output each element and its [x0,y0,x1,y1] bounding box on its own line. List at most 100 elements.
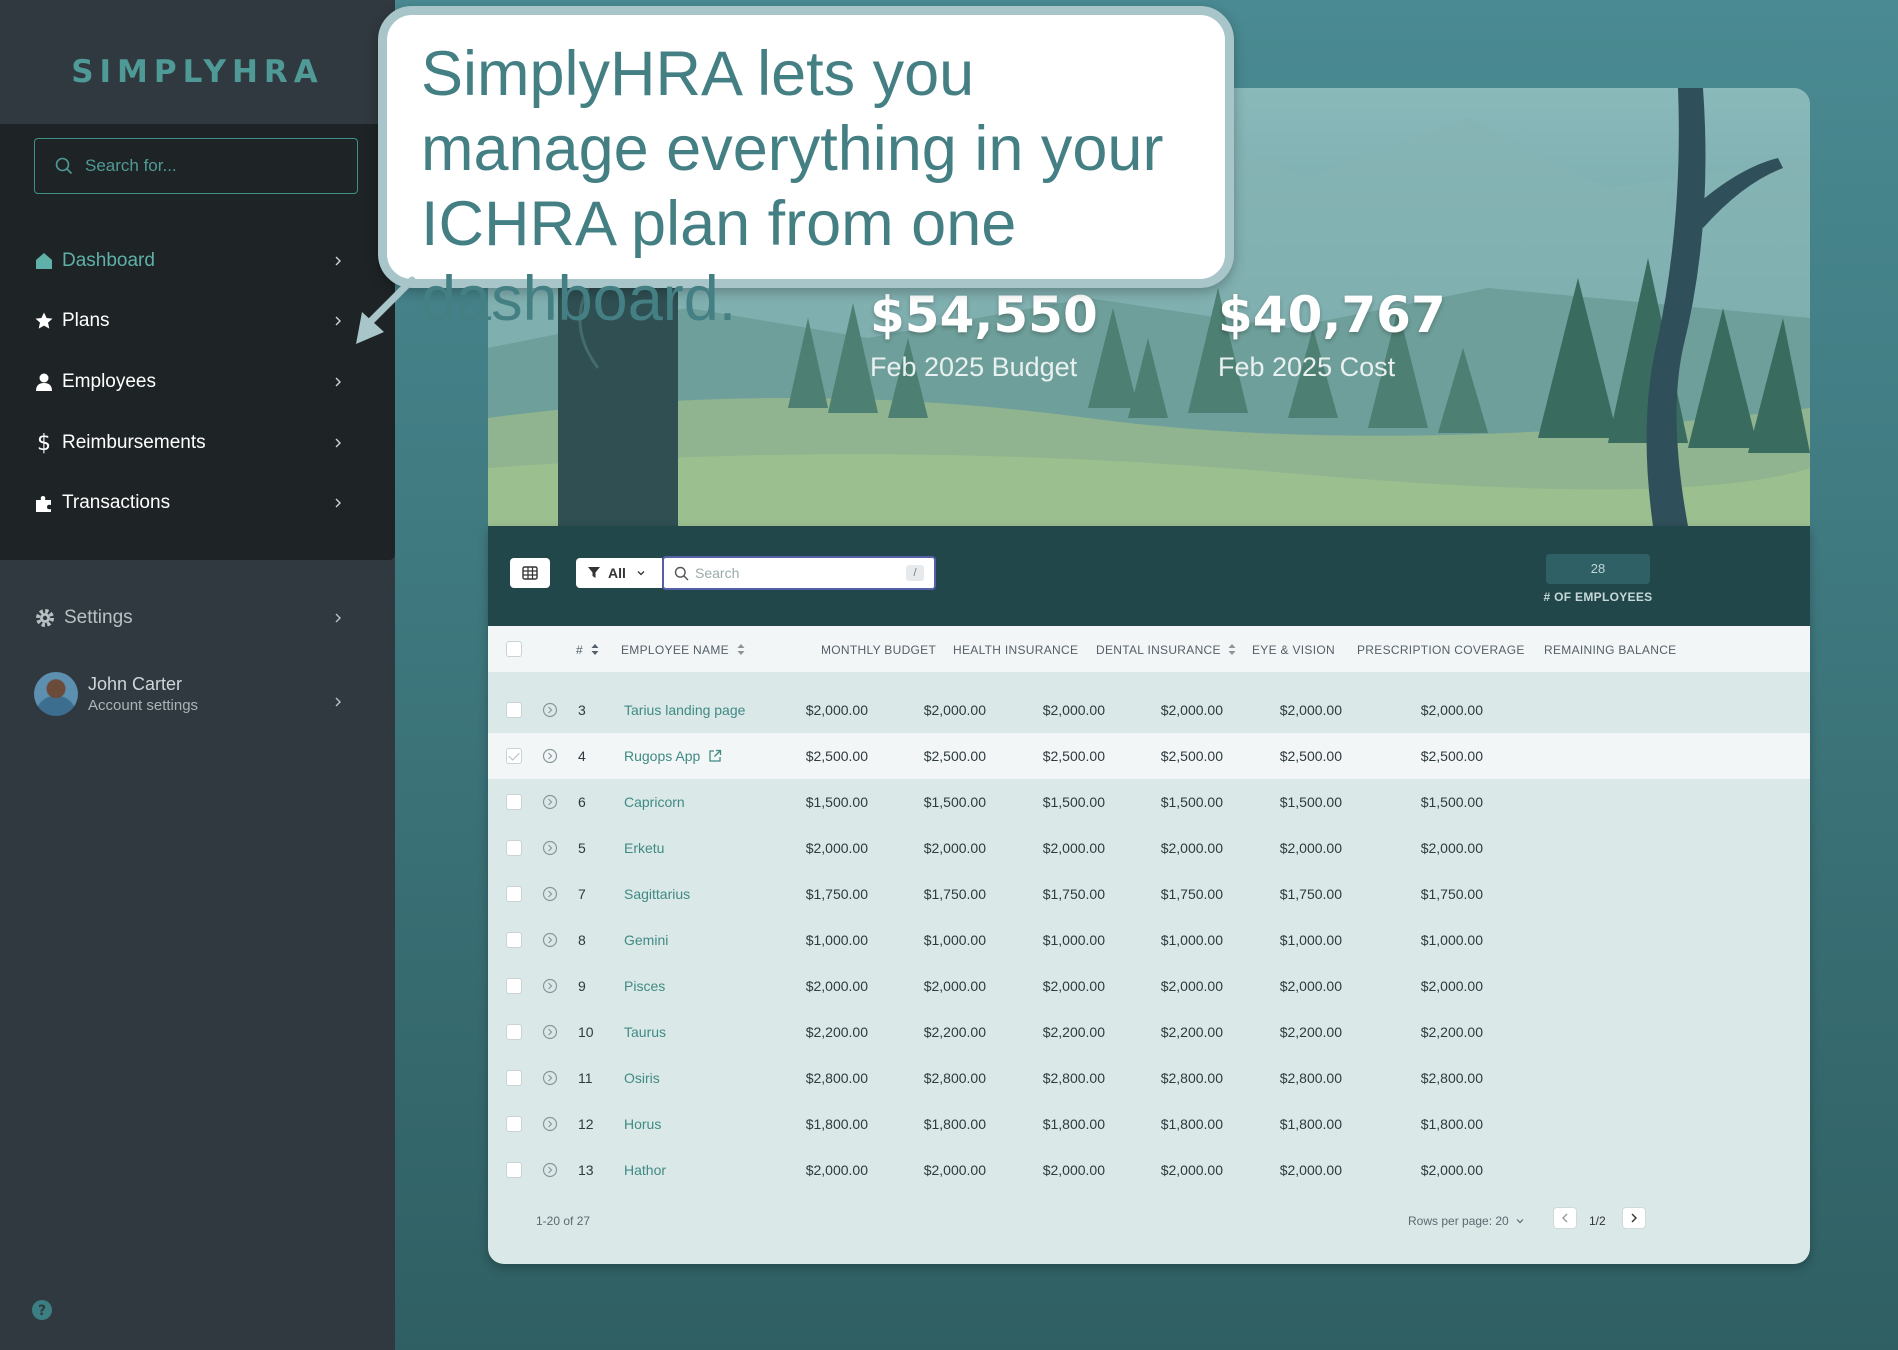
amount-cell: $2,000.00 [1160,840,1223,856]
account-settings[interactable]: John Carter Account settings [34,670,344,718]
col-dental-insurance[interactable]: DENTAL INSURANCE [1096,643,1236,657]
row-checkbox[interactable] [506,886,522,902]
employee-name-link[interactable]: Tarius landing page [624,702,745,718]
col-prescription-coverage[interactable]: PRESCRIPTION COVERAGE [1357,643,1525,657]
amount-cell: $2,500.00 [1420,748,1483,764]
employee-name: Hathor [624,1162,667,1178]
expand-row-icon[interactable] [542,886,558,902]
row-checkbox[interactable] [506,1070,522,1086]
row-number: 9 [578,978,586,994]
row-checkbox[interactable] [506,748,522,764]
employee-name-link[interactable]: Pisces [624,978,665,994]
table-row[interactable]: 10 Taurus $2,200.00 $2,200.00 $2,200.00 $2,20… [488,1009,1810,1055]
amount-cell: $1,000.00 [805,932,868,948]
amount-cell: $1,500.00 [923,794,986,810]
expand-row-icon[interactable] [542,978,558,994]
app-logo[interactable]: SIMPLYHRA [0,54,395,90]
row-checkbox[interactable] [506,840,522,856]
sidebar: SIMPLYHRA Dashboard Plans [0,0,395,1350]
row-number: 3 [578,702,586,718]
row-checkbox[interactable] [506,1116,522,1132]
table-row[interactable]: 9 Pisces $2,000.00 $2,000.00 $2,000.00 $2,000… [488,963,1810,1009]
amount-cell: $2,200.00 [1042,1024,1105,1040]
external-link-icon[interactable] [708,749,722,763]
sidebar-item-reimbursements[interactable]: $ Reimbursements [34,423,344,463]
col-number[interactable]: # [576,643,599,657]
sidebar-search-input[interactable] [85,156,325,176]
amount-cell: $2,200.00 [923,1024,986,1040]
sidebar-item-label: Reimbursements [62,432,206,453]
employee-name-link[interactable]: Erketu [624,840,664,856]
amount-cell: $1,500.00 [1420,794,1483,810]
table-row[interactable]: 7 Sagittarius $1,750.00 $1,750.00 $1,750.00 $… [488,871,1810,917]
sidebar-item-label: Dashboard [62,250,155,271]
employee-name-link[interactable]: Taurus [624,1024,666,1040]
row-number: 12 [578,1116,594,1132]
select-all-checkbox[interactable] [506,641,522,657]
expand-row-icon[interactable] [542,1162,558,1178]
table-row[interactable]: 13 Hathor $2,000.00 $2,000.00 $2,000.00 $2,00… [488,1147,1810,1193]
sidebar-item-employees[interactable]: Employees [34,362,344,402]
sidebar-item-settings[interactable]: Settings [34,598,344,638]
help-icon[interactable]: ? [31,1299,53,1321]
filter-dropdown[interactable]: All [576,558,662,588]
employee-name-link[interactable]: Capricorn [624,794,685,810]
table-row[interactable]: 12 Horus $1,800.00 $1,800.00 $1,800.00 $1,800… [488,1101,1810,1147]
expand-row-icon[interactable] [542,840,558,856]
budget-stat: $54,550 Feb 2025 Budget [870,286,1098,383]
sidebar-item-transactions[interactable]: Transactions [34,483,344,523]
expand-row-icon[interactable] [542,1070,558,1086]
row-checkbox[interactable] [506,702,522,718]
employee-name-link[interactable]: Gemini [624,932,668,948]
pagination-range: 1-20 of 27 [536,1214,591,1228]
table-search[interactable]: / [662,556,936,590]
employee-name: Erketu [624,840,665,856]
amount-cell: $2,000.00 [923,702,986,718]
sidebar-item-dashboard[interactable]: Dashboard [34,241,344,281]
table-row[interactable]: 5 Erketu $2,000.00 $2,000.00 $2,000.00 $2,000… [488,825,1810,871]
row-checkbox[interactable] [506,932,522,948]
row-checkbox[interactable] [506,1162,522,1178]
row-checkbox[interactable] [506,1024,522,1040]
expand-row-icon[interactable] [542,794,558,810]
employee-name-link[interactable]: Hathor [624,1162,666,1178]
employee-name-link[interactable]: Rugops App [624,748,722,764]
prev-page-button[interactable] [1553,1207,1577,1229]
table-row[interactable]: 3 Tarius landing page $2,000.00 $2,000.00 $2… [488,687,1810,733]
col-employee-name[interactable]: EMPLOYEE NAME [621,643,745,657]
employee-name-link[interactable]: Sagittarius [624,886,690,902]
table-grid-icon [522,566,538,580]
sidebar-item-plans[interactable]: Plans [34,301,344,341]
chevron-right-icon [335,377,341,387]
expand-row-icon[interactable] [542,932,558,948]
col-remaining-balance[interactable]: REMAINING BALANCE [1544,643,1676,657]
rows-per-page-select[interactable]: Rows per page: 20 [1408,1214,1524,1228]
expand-row-icon[interactable] [542,748,558,764]
next-page-button[interactable] [1622,1207,1646,1229]
amount-cell: $2,800.00 [1279,1070,1342,1086]
row-checkbox[interactable] [506,978,522,994]
expand-row-icon[interactable] [542,1024,558,1040]
row-number: 6 [578,794,586,810]
expand-row-icon[interactable] [542,702,558,718]
table-row[interactable]: 6 Capricorn $1,500.00 $1,500.00 $1,500.00 $1,… [488,779,1810,825]
feature-callout: SimplyHRA lets you manage everything in … [378,6,1234,334]
table-search-input[interactable] [695,565,895,581]
amount-cell: $2,000.00 [1420,978,1483,994]
row-number: 4 [578,748,586,764]
column-view-button[interactable] [510,558,550,588]
table-row[interactable]: 11 Osiris $2,800.00 $2,800.00 $2,800.00 $2,80… [488,1055,1810,1101]
col-eye-vision[interactable]: EYE & VISION [1252,643,1335,657]
employee-name-link[interactable]: Horus [624,1116,661,1132]
expand-row-icon[interactable] [542,1116,558,1132]
amount-cell: $1,800.00 [923,1116,986,1132]
table-header: # EMPLOYEE NAME MONTHLY BUDGET HEALTH IN… [488,626,1810,672]
row-checkbox[interactable] [506,794,522,810]
employee-count: 28 [1546,554,1650,584]
employee-name-link[interactable]: Osiris [624,1070,660,1086]
col-monthly-budget[interactable]: MONTHLY BUDGET [821,643,936,657]
table-row[interactable]: 8 Gemini $1,000.00 $1,000.00 $1,000.00 $1,000… [488,917,1810,963]
col-health-insurance[interactable]: HEALTH INSURANCE [953,643,1078,657]
sidebar-search[interactable] [34,138,358,194]
table-row[interactable]: 4 Rugops App $2,500.00 $2,500.00 $2,500.00 $2… [488,733,1810,779]
